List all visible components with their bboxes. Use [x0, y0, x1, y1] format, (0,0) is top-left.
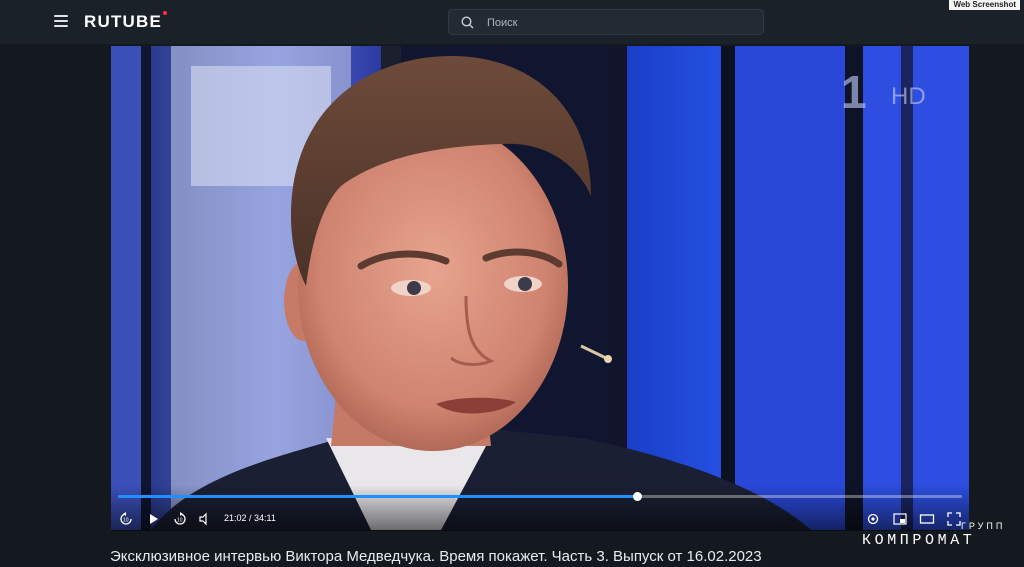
svg-text:10: 10 — [123, 518, 129, 524]
progress-fill — [118, 495, 638, 498]
logo-dot — [163, 11, 168, 15]
watermark-top-text: ГРУПП — [961, 521, 1006, 531]
forward-10-icon[interactable]: 10 — [172, 511, 188, 527]
settings-icon[interactable] — [865, 511, 881, 527]
watermark-main-text: КОМПРОМАТ — [862, 532, 976, 549]
progress-handle[interactable] — [633, 492, 643, 501]
search-input[interactable] — [485, 10, 749, 36]
svg-text:1: 1 — [841, 66, 867, 118]
svg-text:10: 10 — [177, 518, 183, 524]
theater-mode-icon[interactable] — [919, 511, 935, 527]
menu-icon[interactable] — [54, 15, 68, 27]
video-frame: 1 HD — [111, 46, 969, 530]
progress-bar[interactable] — [118, 492, 962, 501]
fullscreen-icon[interactable] — [946, 511, 962, 527]
play-icon[interactable] — [145, 511, 161, 527]
volume-icon[interactable] — [197, 511, 213, 527]
logo-text: RUTUBE — [84, 12, 163, 31]
video-player[interactable]: 1 HD — [111, 46, 969, 530]
picture-in-picture-icon[interactable] — [892, 511, 908, 527]
web-screenshot-badge: Web Screenshot — [949, 0, 1020, 10]
search-box[interactable] — [448, 9, 764, 36]
video-title: Эксклюзивное интервью Виктора Медведчука… — [110, 548, 762, 565]
top-navigation-bar: RUTUBE Web Screenshot — [0, 0, 1024, 44]
hd-badge: HD — [891, 83, 926, 110]
time-display: 21:02 / 34:11 — [224, 513, 276, 523]
rutube-logo[interactable]: RUTUBE — [84, 11, 168, 32]
rewind-10-icon[interactable]: 10 — [118, 511, 134, 527]
player-controls: 10 10 21:02 / 34:11 — [111, 485, 969, 531]
search-icon — [461, 16, 474, 29]
